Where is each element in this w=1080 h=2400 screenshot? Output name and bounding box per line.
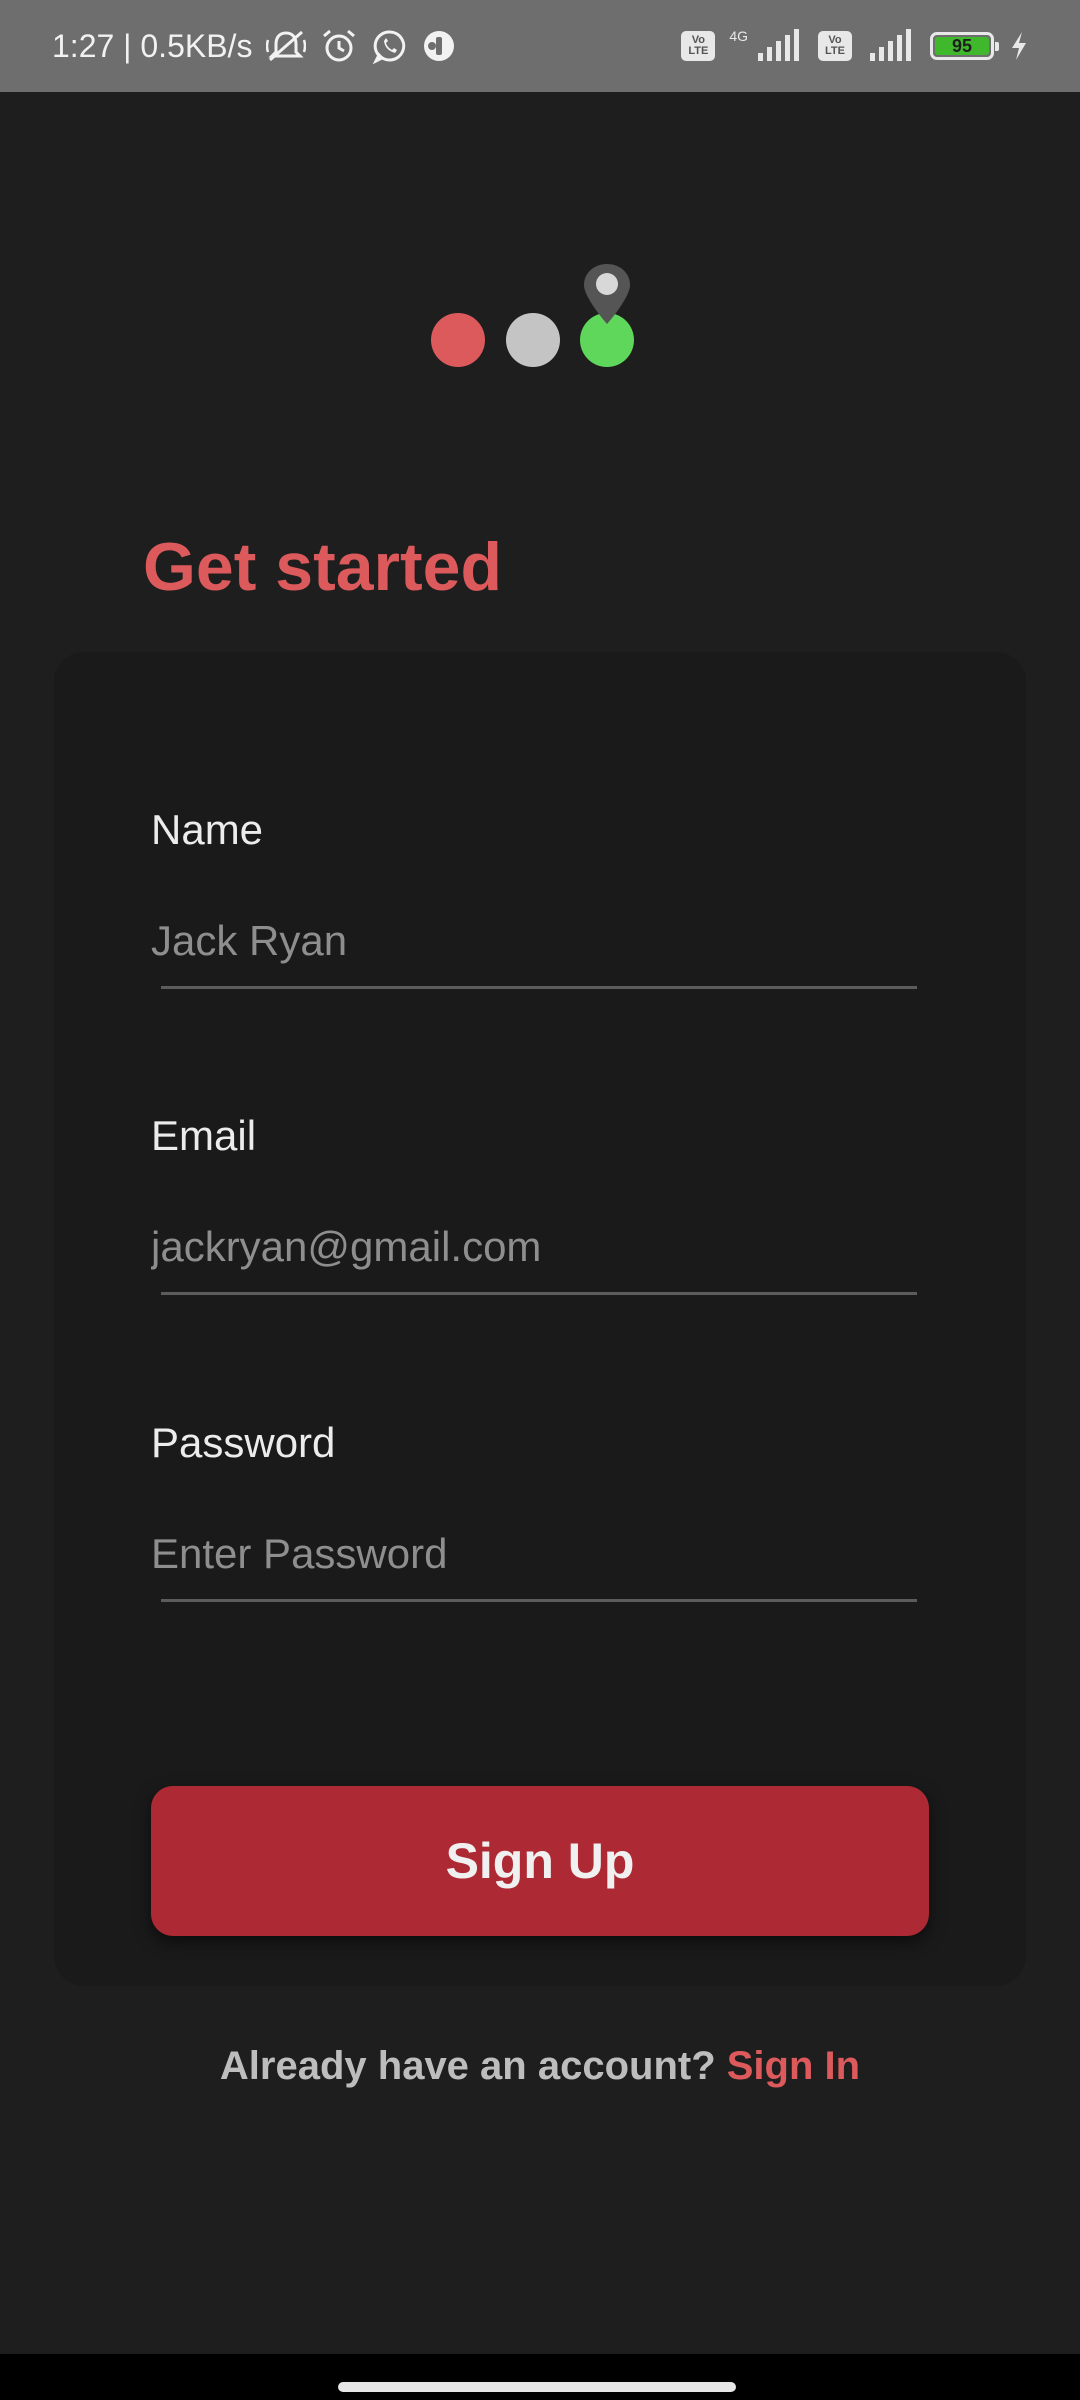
signal-icon-sim2 <box>866 29 916 63</box>
signup-card: Name Email Password Sign Up <box>54 652 1026 1986</box>
logo-grey-dot <box>506 313 560 367</box>
sign-in-prompt: Already have an account? Sign In <box>0 2044 1080 2089</box>
email-underline <box>161 1292 917 1295</box>
name-field: Name <box>151 806 971 989</box>
password-underline <box>161 1599 917 1602</box>
app-icon <box>422 29 456 63</box>
location-pin-icon <box>584 264 630 324</box>
sign-in-prompt-text: Already have an account? <box>219 2044 727 2088</box>
charging-icon <box>1008 30 1030 62</box>
battery-icon: 95 <box>930 32 999 60</box>
password-field: Password <box>151 1419 971 1602</box>
network-type-label: 4G <box>729 28 748 44</box>
email-field: Email <box>151 1112 971 1295</box>
app-logo <box>425 258 645 378</box>
name-label: Name <box>151 806 264 853</box>
status-time-speed: 1:27 | 0.5KB/s <box>52 27 253 64</box>
battery-level: 95 <box>935 36 989 56</box>
name-underline <box>161 986 917 989</box>
logo-red-dot <box>431 313 485 367</box>
navigation-bar <box>0 2354 1080 2400</box>
alarm-icon <box>320 28 358 64</box>
volte-badge-sim2: Vo LTE <box>818 31 852 61</box>
home-indicator[interactable] <box>338 2382 736 2392</box>
status-bar: 1:27 | 0.5KB/s Vo LTE 4G Vo LTE 95 <box>0 0 1080 92</box>
signal-icon <box>754 29 804 63</box>
name-input[interactable] <box>151 906 971 976</box>
password-input[interactable] <box>151 1519 971 1589</box>
email-input[interactable] <box>151 1212 971 1282</box>
whatsapp-icon <box>372 28 408 64</box>
sign-in-link[interactable]: Sign In <box>727 2044 860 2088</box>
sign-up-button[interactable]: Sign Up <box>151 1786 929 1936</box>
status-left: 1:27 | 0.5KB/s <box>52 28 456 65</box>
mute-icon <box>266 28 307 64</box>
email-label: Email <box>151 1112 257 1159</box>
page-title: Get started <box>143 529 502 605</box>
status-right: Vo LTE 4G Vo LTE 95 <box>681 28 1030 63</box>
password-label: Password <box>151 1419 336 1466</box>
volte-badge-sim1: Vo LTE <box>681 31 716 61</box>
